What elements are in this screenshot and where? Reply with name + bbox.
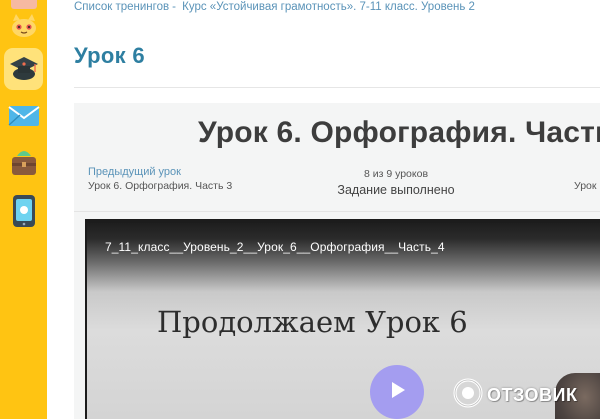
watermark: ОТЗОВИК	[452, 377, 577, 414]
sidebar-item-device[interactable]	[4, 192, 43, 234]
play-icon	[387, 380, 407, 405]
video-caption: Продолжаем Урок 6	[157, 305, 468, 339]
tablet-icon	[10, 194, 38, 233]
next-lesson-name[interactable]: Урок	[574, 180, 596, 192]
envelope-icon	[7, 103, 40, 134]
lesson-card: Урок 6. Орфография. Часть 4 Предыдущий у…	[74, 103, 600, 419]
lesson-heading: Урок 6. Орфография. Часть 4	[198, 116, 600, 149]
breadcrumb-course-link[interactable]: Курс «Устойчивая грамотность». 7-11 клас…	[182, 1, 475, 13]
app-window: Список тренингов - Курс «Устойчивая грамо…	[0, 0, 600, 419]
watermark-logo-icon	[452, 377, 484, 414]
sidebar-item-portfolio[interactable]	[4, 143, 43, 185]
previous-lesson-name: Урок 6. Орфография. Часть 3	[88, 180, 233, 192]
briefcase-icon	[8, 146, 40, 183]
sidebar-item-messages[interactable]	[4, 97, 43, 139]
lesson-progress: 8 из 9 уроков Задание выполнено	[326, 168, 466, 197]
page-title: Урок 6	[74, 43, 145, 68]
sidebar	[0, 0, 47, 419]
cat-avatar-icon	[7, 13, 41, 44]
video-title[interactable]: 7_11_класс__Уровень_2__Урок_6__Орфографи…	[105, 240, 445, 254]
sidebar-item-trainings[interactable]	[4, 48, 43, 90]
divider	[74, 87, 600, 88]
card-divider	[74, 211, 600, 212]
play-button[interactable]	[370, 365, 424, 419]
avatar[interactable]	[5, 13, 42, 44]
progress-count: 8 из 9 уроков	[363, 168, 429, 180]
task-status: Задание выполнено	[337, 183, 455, 197]
breadcrumb-trainings-link[interactable]: Список тренингов	[74, 1, 169, 13]
previous-lesson-link[interactable]: Предыдущий урок	[88, 166, 181, 178]
breadcrumb: Список тренингов - Курс «Устойчивая грамо…	[74, 0, 475, 14]
watermark-text: ОТЗОВИК	[487, 385, 578, 405]
graduation-cap-icon	[8, 52, 40, 87]
breadcrumb-separator: -	[172, 1, 176, 13]
